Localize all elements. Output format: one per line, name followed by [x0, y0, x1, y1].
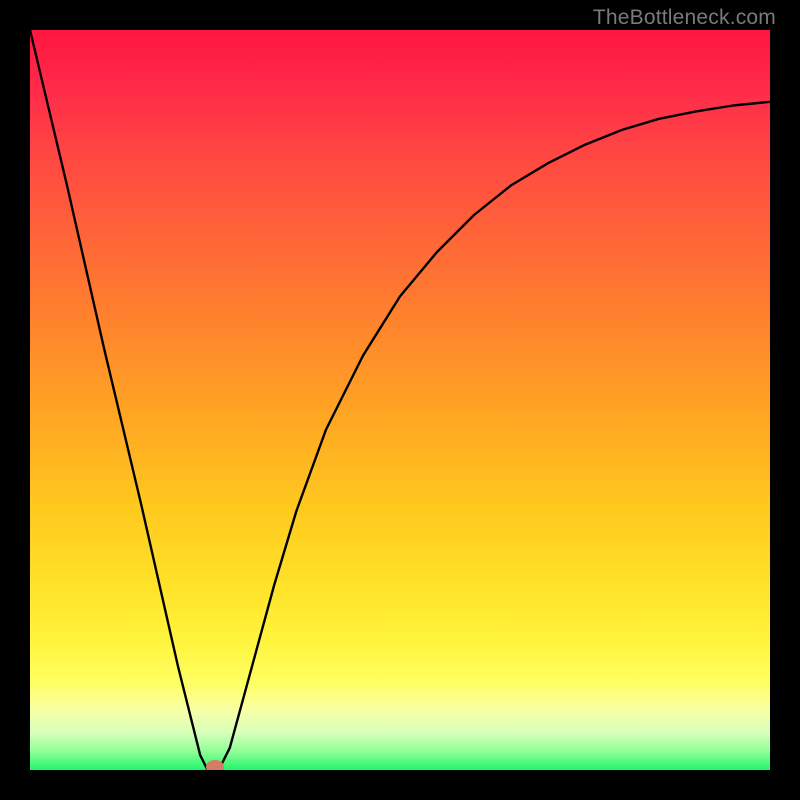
plot-area	[30, 30, 770, 770]
chart-frame: TheBottleneck.com	[0, 0, 800, 800]
min-point-marker	[206, 760, 224, 770]
bottleneck-curve	[30, 30, 770, 770]
watermark-text: TheBottleneck.com	[593, 6, 776, 30]
curve-layer	[30, 30, 770, 770]
